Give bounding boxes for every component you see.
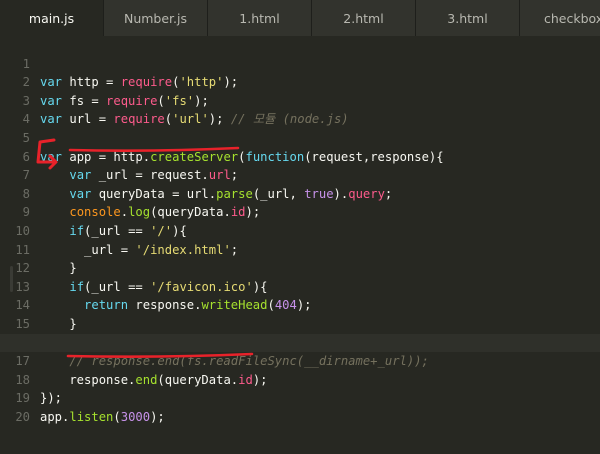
tab-3-html[interactable]: 3.html	[416, 0, 520, 36]
line-code[interactable]: app.listen(3000);	[40, 408, 165, 427]
code-line: 12 if(_url == '/favicon.ico'){	[0, 241, 600, 294]
code-line: 4	[0, 92, 600, 126]
tab-main-js[interactable]: main.js	[0, 0, 104, 36]
code-line: 7 var queryData = url.parse(_url, true).…	[0, 148, 600, 201]
tab-1-html[interactable]: 1.html	[208, 0, 312, 36]
code-line: 2 var fs = require('fs');	[0, 55, 600, 108]
code-line: 3 var url = require('url'); // 모듈 (node.…	[0, 73, 600, 127]
line-number: 20	[15, 409, 30, 424]
tab-2-html[interactable]: 2.html	[312, 0, 416, 36]
tab-bar: main.js Number.js 1.html 2.html 3.html c…	[0, 0, 600, 36]
code-line: 13 return response.writeHead(404);	[0, 259, 600, 313]
code-editor[interactable]: 1 var http = require('http'); 2 var fs =…	[0, 36, 600, 454]
code-line-current: 17 response.end(queryData.id);	[0, 333, 600, 387]
code-line: 15 response.writeHead(200);	[0, 296, 600, 350]
code-line: 10 _url = '/index.html';	[0, 203, 600, 257]
code-line: 5 var app = http.createServer(function(r…	[0, 110, 600, 164]
fold-marker[interactable]	[10, 266, 13, 292]
code-line: 20	[0, 389, 600, 424]
code-line: 18 });	[0, 352, 600, 406]
code-line: 1 var http = require('http');	[0, 36, 600, 90]
tab-checkbox-html[interactable]: checkbox.ht	[520, 0, 600, 36]
code-line: 11 }	[0, 222, 600, 276]
code-line: 8 console.log(queryData.id);	[0, 166, 600, 220]
code-line: 19 app.listen(3000);	[0, 371, 600, 424]
code-line: 9 if(_url == '/'){	[0, 185, 600, 238]
code-line: 16 // response.end(fs.readFileSync(__dir…	[0, 315, 600, 369]
code-line: 6 var _url = request.url;	[0, 129, 600, 183]
tab-number-js[interactable]: Number.js	[104, 0, 208, 36]
code-line: 14 }	[0, 278, 600, 331]
